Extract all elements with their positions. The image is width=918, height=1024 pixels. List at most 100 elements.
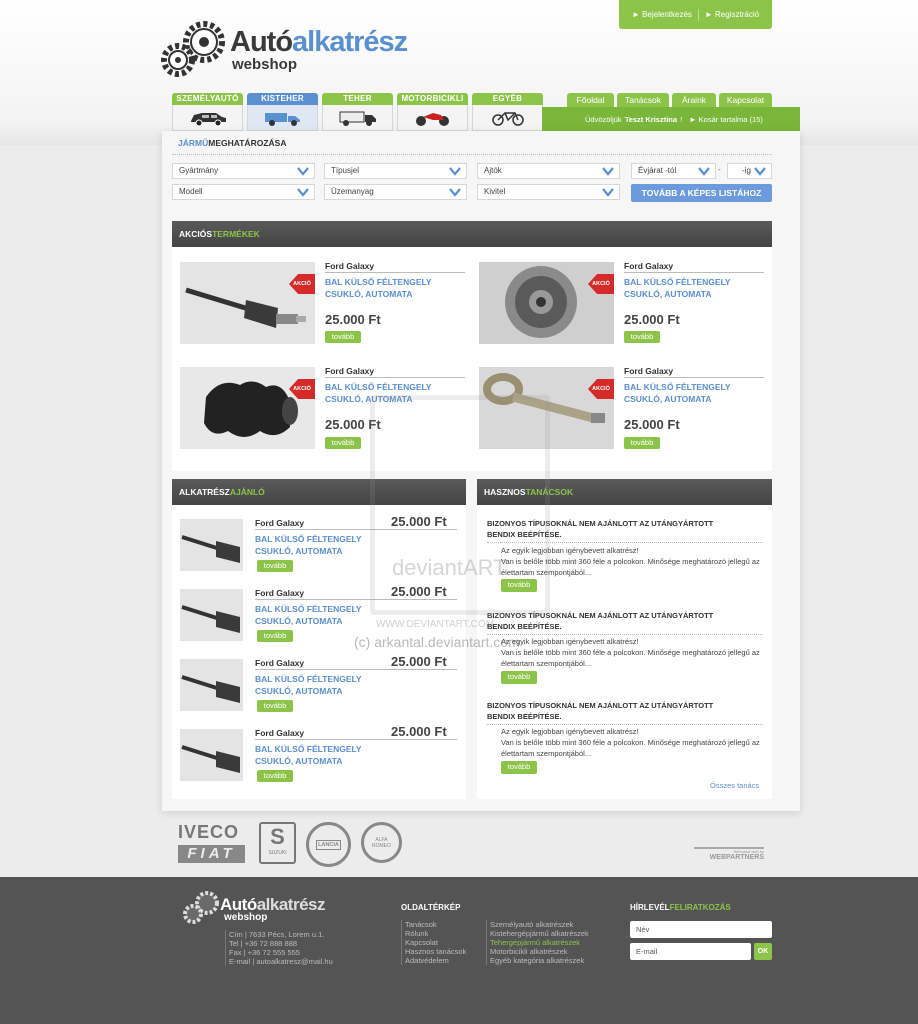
kivitel-select[interactable]: Kivitel bbox=[477, 184, 620, 200]
sitemap-link[interactable]: Kapcsolat bbox=[405, 938, 466, 947]
tipusjel-select[interactable]: Típusjel bbox=[324, 163, 467, 179]
more-button[interactable]: tovább bbox=[325, 437, 361, 449]
product-desc[interactable]: BAL KÜLSŐ FÉLTENGELY CSUKLÓ, AUTOMATA bbox=[255, 673, 362, 697]
uzemanyag-select[interactable]: Üzemanyag bbox=[324, 184, 467, 200]
product-price: 25.000 Ft bbox=[391, 654, 447, 669]
lancia-text: LANCIA bbox=[316, 839, 341, 850]
bicycle-icon bbox=[491, 111, 524, 126]
more-button[interactable]: tovább bbox=[501, 671, 537, 684]
greeting-text: Üdvözöljük bbox=[585, 114, 622, 124]
nav-kapcsolat[interactable]: Kapcsolat bbox=[719, 93, 772, 107]
webpartners-logo[interactable]: Weboldal web by WEBPARTNERS bbox=[694, 847, 764, 863]
login-link[interactable]: ► Bejelentkezés bbox=[632, 10, 692, 19]
site-logo[interactable]: Autóalkatrész webshop bbox=[156, 16, 456, 78]
webpartners-text: WEBPARTNERS bbox=[709, 854, 764, 861]
sitemap-link[interactable]: Hasznos tanácsok bbox=[405, 947, 466, 956]
product-price: 25.000 Ft bbox=[624, 417, 680, 432]
list-with-images-button[interactable]: TOVÁBB A KÉPES LISTÁHOZ bbox=[631, 184, 772, 202]
product-desc-line: BAL KÜLSŐ FÉLTENGELY bbox=[624, 382, 731, 392]
select-value: Évjárat bbox=[638, 166, 663, 175]
product-desc[interactable]: BAL KÜLSŐ FÉLTENGELY CSUKLÓ, AUTOMATA bbox=[255, 603, 362, 627]
category-link[interactable]: Kistehergépjármű alkatrészek bbox=[490, 929, 589, 938]
nav-fooldal[interactable]: Főoldal bbox=[567, 93, 614, 107]
category-label: EGYÉB bbox=[472, 93, 543, 105]
select-value: Gyártmány bbox=[179, 166, 219, 175]
contact-info: Cím | 7633 Pécs, Lorem u.1. Tel | +36 72… bbox=[225, 930, 385, 966]
logo-word-auto: Autó bbox=[230, 26, 293, 58]
axle-image-icon bbox=[181, 535, 240, 563]
select-suffix: -tól bbox=[665, 166, 677, 175]
sitemap-link[interactable]: Tanácsok bbox=[405, 920, 466, 929]
modell-select[interactable]: Modell bbox=[172, 184, 315, 200]
all-tips-link[interactable]: Összes tanács bbox=[710, 781, 759, 790]
category-tab-kisteher[interactable]: KISTEHER bbox=[247, 93, 318, 131]
sitemap-link[interactable]: Rólunk bbox=[405, 929, 466, 938]
more-button[interactable]: tovább bbox=[624, 437, 660, 449]
chevron-down-icon bbox=[449, 188, 461, 197]
gyartmany-select[interactable]: Gyártmány bbox=[172, 163, 315, 179]
newsletter-email-field[interactable]: E-mail bbox=[630, 943, 751, 960]
category-tab-motorbicikli[interactable]: MOTORBICIKLI bbox=[397, 93, 468, 131]
category-tab-teher[interactable]: TEHER bbox=[322, 93, 393, 131]
sitemap-list: Tanácsok Rólunk Kapcsolat Hasznos tanács… bbox=[401, 920, 466, 965]
category-link[interactable]: Tehergépjármű alkatrészek bbox=[490, 938, 589, 947]
footer-logo[interactable]: Autóalkatrész webshop bbox=[182, 889, 352, 925]
ajanlo-title-a: ALKATRÉSZ bbox=[179, 487, 230, 497]
product-thumb[interactable] bbox=[180, 729, 243, 781]
evjarat-ig-select[interactable]: -ig bbox=[727, 163, 772, 179]
ajtok-select[interactable]: Ajtók bbox=[477, 163, 620, 179]
product-desc[interactable]: BAL KÜLSŐ FÉLTENGELY CSUKLÓ, AUTOMATA bbox=[255, 743, 362, 767]
motorcycle-icon bbox=[415, 112, 449, 126]
tip-heading[interactable]: BIZONYOS TÍPUSOKNÁL NEM AJÁNLOTT AZ UTÁN… bbox=[487, 700, 737, 722]
product-image[interactable]: AKCIÓ bbox=[180, 367, 315, 449]
fiat-logo[interactable]: FIAT bbox=[178, 845, 245, 863]
more-button[interactable]: tovább bbox=[624, 331, 660, 343]
select-value: Üzemanyag bbox=[331, 187, 374, 196]
product-desc[interactable]: BAL KÜLSŐ FÉLTENGELY CSUKLÓ, AUTOMATA bbox=[255, 533, 362, 557]
category-link[interactable]: Egyéb kategória alkatrészek bbox=[490, 956, 589, 965]
product-thumb[interactable] bbox=[180, 589, 243, 641]
lancia-logo[interactable]: LANCIA bbox=[306, 822, 351, 867]
iveco-logo[interactable]: IVECO bbox=[178, 822, 239, 843]
register-link[interactable]: ► Regisztráció bbox=[705, 10, 759, 19]
cart-link[interactable]: ► Kosár tartalma (15) bbox=[689, 115, 763, 124]
chevron-down-icon bbox=[698, 167, 710, 176]
newsletter-name-field[interactable]: Név bbox=[630, 921, 772, 938]
category-tab-szemelyauto[interactable]: SZEMÉLYAUTÓ bbox=[172, 93, 243, 131]
watermark-frame bbox=[370, 395, 550, 615]
more-button[interactable]: tovább bbox=[257, 770, 293, 782]
select-value: Ajtók bbox=[484, 166, 502, 175]
chevron-down-icon bbox=[754, 167, 766, 176]
sitemap-title: OLDALTÉRKÉP bbox=[401, 903, 461, 912]
product-desc[interactable]: BAL KÜLSŐ FÉLTENGELY CSUKLÓ, AUTOMATA bbox=[325, 276, 432, 300]
newsletter-submit-button[interactable]: OK bbox=[754, 943, 772, 960]
more-button[interactable]: tovább bbox=[257, 630, 293, 642]
suzuki-logo[interactable]: S SUZUKI bbox=[259, 822, 296, 864]
category-link[interactable]: Motorbicikli alkatrészek bbox=[490, 947, 589, 956]
more-button[interactable]: tovább bbox=[257, 560, 293, 572]
evjarat-tol-select[interactable]: Évjárat -tól bbox=[631, 163, 716, 179]
nav-tanacsok[interactable]: Tanácsok bbox=[617, 93, 669, 107]
sitemap-link[interactable]: Adatvédelem bbox=[405, 956, 466, 965]
product-image[interactable]: AKCIÓ bbox=[479, 262, 614, 344]
more-button[interactable]: tovább bbox=[257, 700, 293, 712]
product-thumb[interactable] bbox=[180, 659, 243, 711]
product-desc[interactable]: BAL KÜLSŐ FÉLTENGELY CSUKLÓ, AUTOMATA bbox=[624, 381, 731, 405]
category-tab-egyeb[interactable]: EGYÉB bbox=[472, 93, 543, 131]
product-desc-line: BAL KÜLSŐ FÉLTENGELY bbox=[255, 534, 362, 544]
divider bbox=[487, 724, 763, 725]
product-desc-line: BAL KÜLSŐ FÉLTENGELY bbox=[255, 604, 362, 614]
more-button[interactable]: tovább bbox=[501, 761, 537, 774]
product-desc[interactable]: BAL KÜLSŐ FÉLTENGELY CSUKLÓ, AUTOMATA bbox=[624, 276, 731, 300]
more-button[interactable]: tovább bbox=[325, 331, 361, 343]
nav-araink[interactable]: Áraink bbox=[672, 93, 716, 107]
category-link[interactable]: Személyautó alkatrészek bbox=[490, 920, 589, 929]
divider bbox=[172, 154, 772, 155]
product-desc-line: BAL KÜLSŐ FÉLTENGELY bbox=[325, 382, 432, 392]
product-image[interactable]: AKCIÓ bbox=[180, 262, 315, 344]
clutch-image-icon bbox=[505, 266, 577, 338]
alfa-romeo-logo[interactable]: ALFA ROMEO bbox=[361, 822, 402, 863]
gear-logo-icon bbox=[161, 21, 225, 77]
product-desc-line: CSUKLÓ, AUTOMATA bbox=[624, 289, 712, 299]
product-thumb[interactable] bbox=[180, 519, 243, 571]
